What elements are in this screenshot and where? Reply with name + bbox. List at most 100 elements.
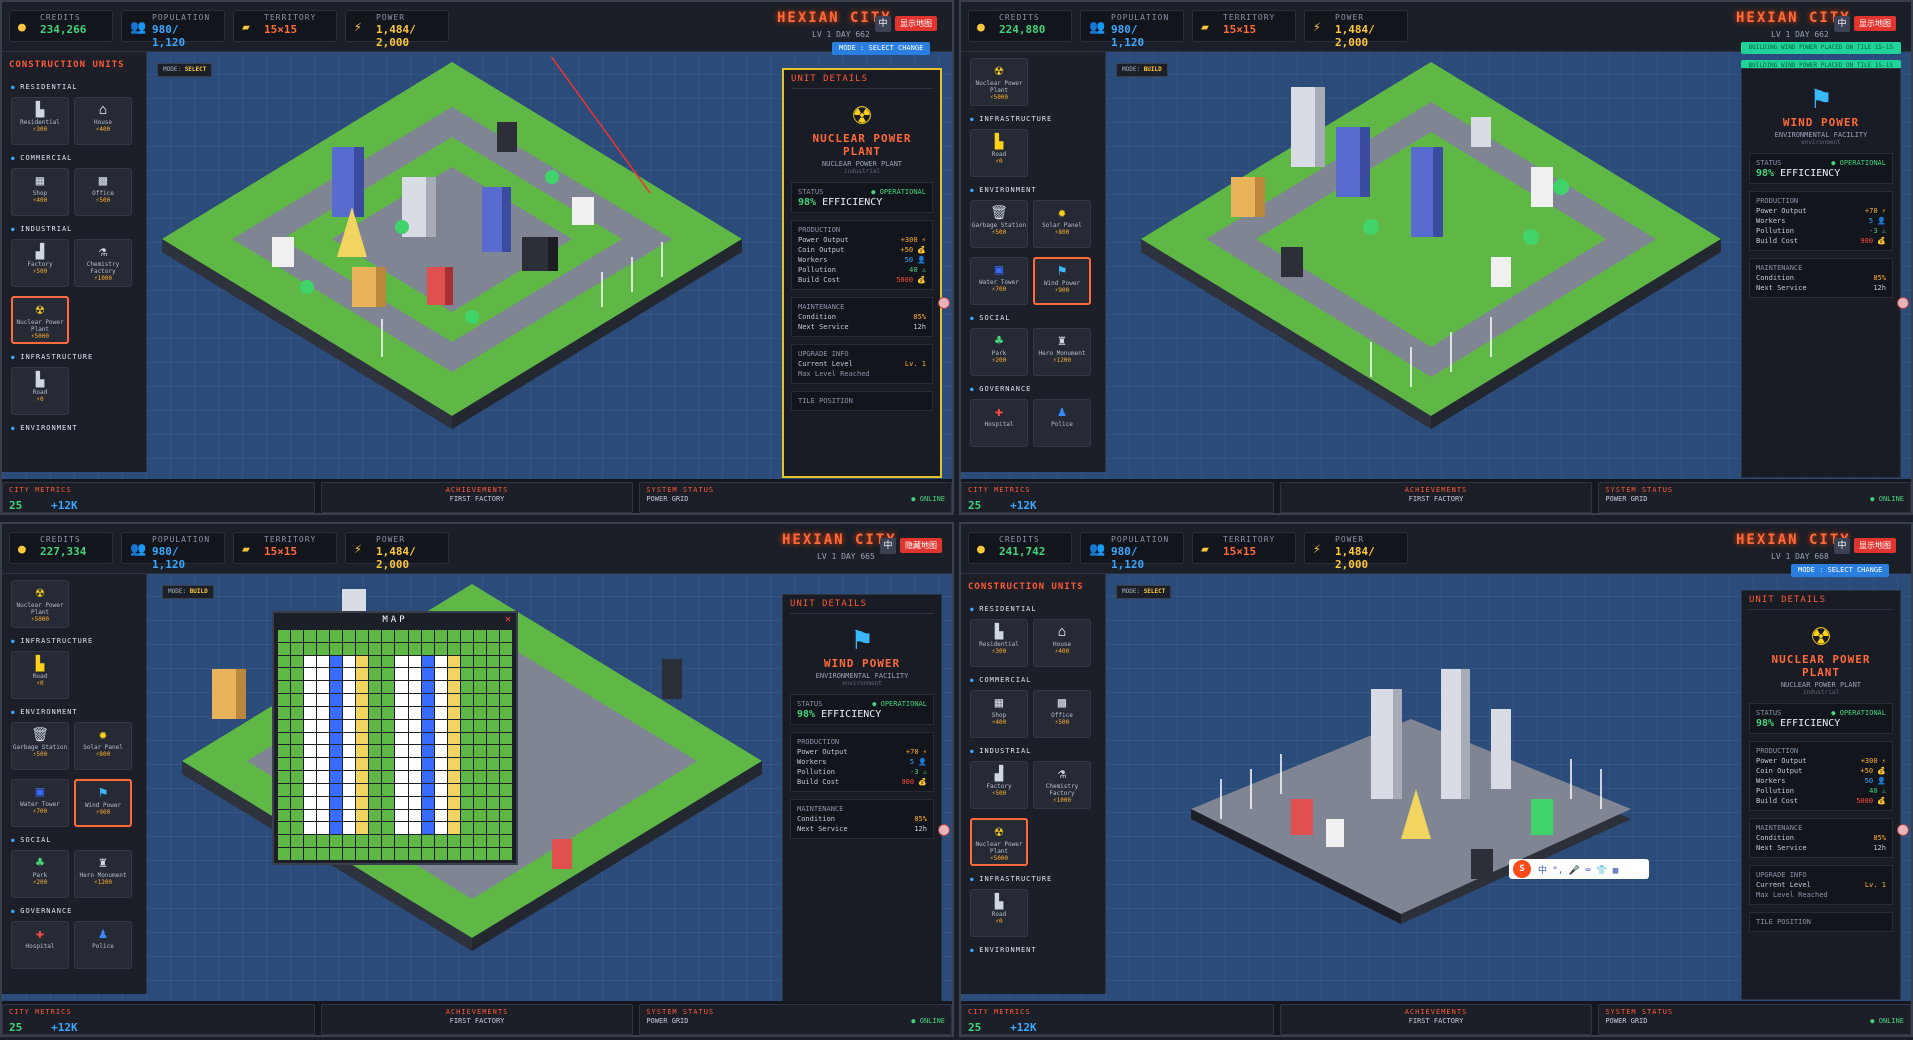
unit-shop[interactable]: ▦ Shop ⚡400 — [970, 690, 1028, 738]
unit-nuclear-plant[interactable]: ☢ Nuclear Power Plant ⚡5000 — [11, 296, 69, 344]
unit-road[interactable]: ▙ Road ⚡0 — [970, 129, 1028, 177]
production-box: PRODUCTION Power Output +300 ⚡ Coin Outpu… — [1749, 741, 1893, 811]
isometric-city-scene[interactable] — [1111, 57, 1731, 467]
unit-name: Road — [32, 389, 48, 396]
minimap-cell — [499, 668, 512, 681]
unit-office[interactable]: ▩ Office ⚡500 — [74, 168, 132, 216]
unit-type: NUCLEAR POWER PLANT — [1780, 681, 1862, 689]
unit-office[interactable]: ▩ Office ⚡500 — [1033, 690, 1091, 738]
map-toggle-button[interactable]: 显示地图 — [895, 16, 937, 31]
unit-residential[interactable]: ▙ Residential ⚡300 — [11, 97, 69, 145]
power-label: POWER — [376, 535, 406, 544]
unit-name: House — [1052, 641, 1072, 648]
unit-water-tower[interactable]: ▣ Water Tower ⚡700 — [11, 779, 69, 827]
minimap-cell — [356, 783, 369, 796]
section-title: PRODUCTION — [1756, 747, 1799, 755]
unit-name: Hero Monument — [1038, 350, 1086, 357]
minimap-cell — [499, 694, 512, 706]
unit-chemistry-factory[interactable]: ⚗ Chemistry Factory ⚡1000 — [1033, 761, 1091, 809]
unit-road[interactable]: ▙ Road ⚡0 — [11, 367, 69, 415]
credits-label: CREDITS — [40, 13, 81, 22]
unit-hero-monument[interactable]: ♜ Hero Monument ⚡1200 — [74, 850, 132, 898]
unit-category: environment — [1801, 139, 1841, 146]
unit-garbage-station[interactable]: 🗑 Garbage Station ⚡500 — [970, 200, 1028, 248]
language-button[interactable]: 中 — [875, 16, 891, 32]
unit-hospital[interactable]: ✚ Hospital — [970, 399, 1028, 447]
minimap-cell — [330, 809, 343, 822]
unit-name: Nuclear Power Plant — [16, 602, 64, 616]
minimap-window[interactable]: MAP ✕ — [272, 611, 518, 865]
unit-chemistry-factory[interactable]: ⚗ Chemistry Factory ⚡1000 — [74, 239, 132, 287]
unit-nuclear-plant[interactable]: ☢ Nuclear Power Plant ⚡5000 — [11, 580, 69, 628]
unit-garbage-station[interactable]: 🗑 Garbage Station ⚡500 — [11, 722, 69, 770]
unit-wind-power[interactable]: ⚑ Wind Power ⚡900 — [74, 779, 132, 827]
status-box: STATUS ● OPERATIONAL 98% EFFICIENCY — [1749, 703, 1893, 734]
side-toggle-button[interactable] — [1897, 297, 1909, 309]
map-toggle-button[interactable]: 显示地图 — [1854, 16, 1896, 31]
unit-park[interactable]: ♣ Park ⚡200 — [11, 850, 69, 898]
minimap-cell — [473, 758, 486, 771]
unit-house[interactable]: ⌂ House ⚡400 — [1033, 619, 1091, 667]
language-button[interactable]: 中 — [880, 538, 896, 554]
minimap-cell — [395, 642, 408, 655]
unit-factory[interactable]: ▟ Factory ⚡500 — [11, 239, 69, 287]
people-icon: 👥 — [1089, 542, 1106, 557]
population-label: POPULATION — [152, 13, 211, 22]
unit-solar-panel[interactable]: ✹ Solar Panel ⚡800 — [74, 722, 132, 770]
unit-hospital[interactable]: ✚ Hospital — [11, 921, 69, 969]
minimap-cell — [421, 630, 434, 642]
category-environment: ENVIRONMENT — [961, 939, 1105, 958]
unit-park[interactable]: ♣ Park ⚡200 — [970, 328, 1028, 376]
mode-change-button[interactable]: MODE : SELECT CHANGE — [832, 42, 931, 55]
unit-factory[interactable]: ▟ Factory ⚡500 — [970, 761, 1028, 809]
unit-hero-monument[interactable]: ♜ Hero Monument ⚡1200 — [1033, 328, 1091, 376]
unit-house[interactable]: ⌂ House ⚡400 — [74, 97, 132, 145]
unit-nuclear-plant[interactable]: ☢ Nuclear Power Plant ⚡5000 — [970, 58, 1028, 106]
unit-cost: ⚡0 — [36, 396, 44, 403]
unit-road[interactable]: ▙ Road ⚡0 — [11, 651, 69, 699]
language-button[interactable]: 中 — [1834, 16, 1850, 32]
unit-residential[interactable]: ▙ Residential ⚡300 — [970, 619, 1028, 667]
map-toggle-button[interactable]: 隐藏地图 — [900, 538, 942, 553]
unit-water-tower[interactable]: ▣ Water Tower ⚡700 — [970, 257, 1028, 305]
minimap-cell — [304, 706, 317, 719]
minimap-cell — [447, 771, 460, 783]
unit-police[interactable]: ♟ Police — [74, 921, 132, 969]
level-day: LV 1 DAY 662 — [1771, 30, 1829, 39]
minimap-cell — [395, 668, 408, 681]
close-icon[interactable]: ✕ — [505, 614, 511, 625]
system-status-card: SYSTEM STATUS POWER GRID ● ONLINE — [639, 1004, 952, 1035]
side-toggle-button[interactable] — [938, 824, 950, 836]
minimap-cell — [278, 655, 291, 668]
building-icon: ▙ — [35, 102, 45, 118]
radiation-icon: ☢ — [994, 63, 1004, 79]
map-toggle-button[interactable]: 显示地图 — [1854, 538, 1896, 553]
side-toggle-button[interactable] — [938, 297, 950, 309]
mode-change-button[interactable]: MODE : SELECT CHANGE — [1791, 564, 1890, 577]
row-value: +50 💰 — [900, 246, 926, 254]
minimap-cell — [356, 642, 369, 655]
unit-nuclear-plant[interactable]: ☢ Nuclear Power Plant ⚡5000 — [970, 818, 1028, 866]
unit-shop[interactable]: ▦ Shop ⚡400 — [11, 168, 69, 216]
unit-police[interactable]: ♟ Police — [1033, 399, 1091, 447]
unit-road[interactable]: ▙ Road ⚡0 — [970, 889, 1028, 937]
section-title: MAINTENANCE — [797, 805, 844, 813]
details-title: UNIT DETAILS — [790, 599, 934, 614]
population-label: POPULATION — [1111, 13, 1170, 22]
minimap-grid[interactable] — [278, 630, 512, 860]
input-method-toolbar[interactable]: S 中 °, 🎤 ⌨ 👕 ▦ — [1509, 859, 1649, 879]
minimap-cell — [499, 835, 512, 848]
language-button[interactable]: 中 — [1834, 538, 1850, 554]
radiation-icon: ☢ — [1811, 618, 1831, 653]
side-toggle-button[interactable] — [1897, 824, 1909, 836]
unit-solar-panel[interactable]: ✹ Solar Panel ⚡800 — [1033, 200, 1091, 248]
isometric-city-scene[interactable] — [1111, 579, 1731, 989]
minimap-cell — [473, 783, 486, 796]
minimap-cell — [317, 706, 330, 719]
unit-wind-power[interactable]: ⚑ Wind Power ⚡900 — [1033, 257, 1091, 305]
minimap-cell — [291, 681, 304, 694]
minimap-cell — [421, 758, 434, 771]
isometric-city-scene[interactable] — [152, 57, 772, 467]
ime-tools[interactable]: 中 °, 🎤 ⌨ 👕 ▦ — [1538, 863, 1618, 876]
minimap-cell — [317, 771, 330, 783]
